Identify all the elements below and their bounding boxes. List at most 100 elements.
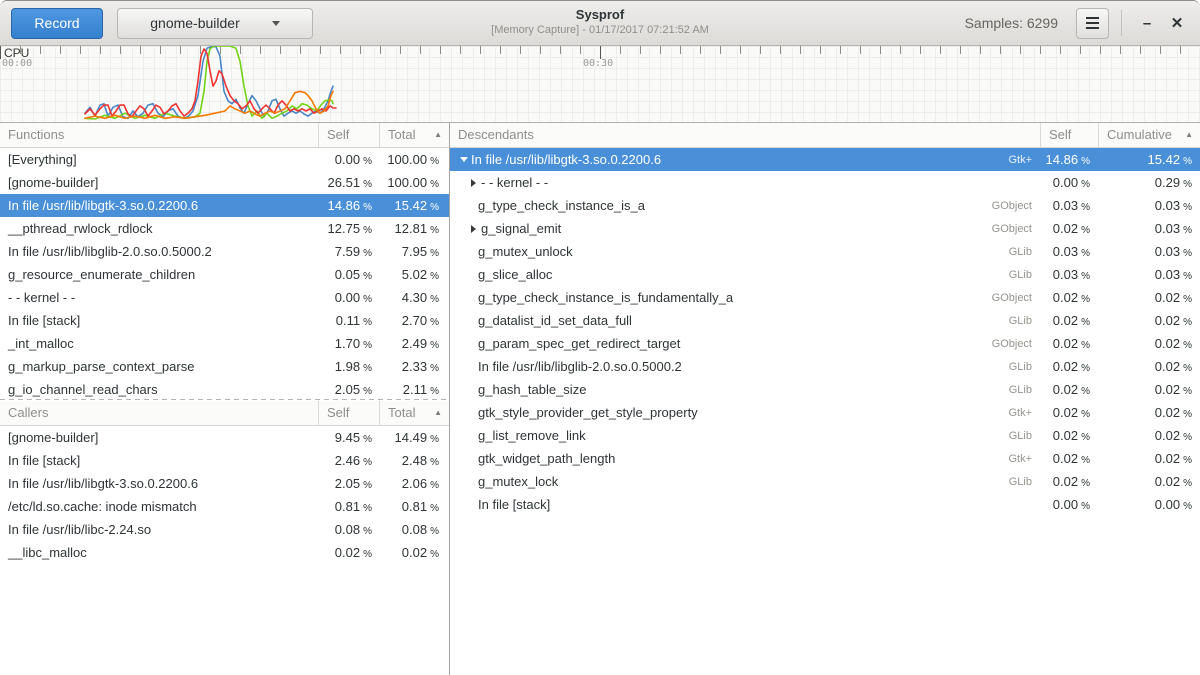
function-name: [Everything] bbox=[0, 152, 318, 167]
percent-value: 12.81% bbox=[379, 221, 449, 236]
descendant-name-cell: g_param_spec_get_redirect_targetGObject bbox=[450, 336, 1040, 351]
percent-value: 0.02% bbox=[1098, 405, 1200, 420]
tree-row[interactable]: g_param_spec_get_redirect_targetGObject0… bbox=[450, 332, 1200, 355]
table-row[interactable]: In file /usr/lib/libc-2.24.so0.08%0.08% bbox=[0, 518, 449, 541]
tree-row[interactable]: g_datalist_id_set_data_fullGLib0.02%0.02… bbox=[450, 309, 1200, 332]
tree-row[interactable]: In file /usr/lib/libgtk-3.so.0.2200.6Gtk… bbox=[450, 148, 1200, 171]
library-tag: GLib bbox=[1009, 361, 1032, 373]
header-right-controls: Samples: 6299 – ✕ bbox=[965, 8, 1192, 39]
function-name: In file /usr/lib/libgtk-3.so.0.2200.6 bbox=[0, 198, 318, 213]
function-name: g_hash_table_size bbox=[478, 382, 586, 397]
table-row[interactable]: _int_malloc1.70%2.49% bbox=[0, 332, 449, 355]
functions-column-header[interactable]: Functions bbox=[0, 123, 318, 147]
percent-value: 0.02% bbox=[1098, 474, 1200, 489]
function-name: In file [stack] bbox=[0, 453, 318, 468]
tree-row[interactable]: g_list_remove_linkGLib0.02%0.02% bbox=[450, 424, 1200, 447]
table-row[interactable]: __libc_malloc0.02%0.02% bbox=[0, 541, 449, 564]
function-name: - - kernel - - bbox=[481, 175, 548, 190]
tree-row[interactable]: g_mutex_lockGLib0.02%0.02% bbox=[450, 470, 1200, 493]
percent-value: 0.03% bbox=[1098, 221, 1200, 236]
percent-value: 0.81% bbox=[379, 499, 449, 514]
percent-value: 0.05% bbox=[318, 267, 379, 282]
table-row[interactable]: [Everything]0.00%100.00% bbox=[0, 148, 449, 171]
table-row[interactable]: [gnome-builder]9.45%14.49% bbox=[0, 426, 449, 449]
percent-value: 0.03% bbox=[1098, 244, 1200, 259]
expander-expanded-icon[interactable] bbox=[456, 157, 471, 162]
function-name: In file /usr/lib/libglib-2.0.so.0.5000.2 bbox=[478, 359, 682, 374]
tree-row[interactable]: In file /usr/lib/libglib-2.0.so.0.5000.2… bbox=[450, 355, 1200, 378]
tree-row[interactable]: g_slice_allocGLib0.03%0.03% bbox=[450, 263, 1200, 286]
percent-value: 0.11% bbox=[318, 313, 379, 328]
library-tag: GLib bbox=[1009, 430, 1032, 442]
table-row[interactable]: g_markup_parse_context_parse1.98%2.33% bbox=[0, 355, 449, 378]
record-button[interactable]: Record bbox=[11, 8, 103, 39]
descendant-name-cell: g_mutex_lockGLib bbox=[450, 474, 1040, 489]
percent-value: 0.02% bbox=[1040, 451, 1098, 466]
percent-value: 0.02% bbox=[1040, 290, 1098, 305]
percent-value: 0.03% bbox=[1040, 244, 1098, 259]
table-row[interactable]: In file [stack]0.11%2.70% bbox=[0, 309, 449, 332]
callers-table-header: Callers Self Total ▲ bbox=[0, 401, 449, 426]
table-row[interactable]: - - kernel - -0.00%4.30% bbox=[0, 286, 449, 309]
table-row[interactable]: [gnome-builder]26.51%100.00% bbox=[0, 171, 449, 194]
tree-row[interactable]: g_hash_table_sizeGLib0.02%0.02% bbox=[450, 378, 1200, 401]
descendants-self-column-header[interactable]: Self bbox=[1040, 123, 1098, 147]
descendants-cumulative-column-header[interactable]: Cumulative ▲ bbox=[1098, 123, 1200, 147]
descendant-name-cell: In file /usr/lib/libgtk-3.so.0.2200.6Gtk… bbox=[450, 152, 1040, 167]
tree-row[interactable]: g_type_check_instance_is_fundamentally_a… bbox=[450, 286, 1200, 309]
table-row[interactable]: /etc/ld.so.cache: inode mismatch0.81%0.8… bbox=[0, 495, 449, 518]
expander-collapsed-icon[interactable] bbox=[466, 225, 481, 233]
percent-value: 0.02% bbox=[1040, 313, 1098, 328]
percent-value: 2.48% bbox=[379, 453, 449, 468]
percent-value: 2.06% bbox=[379, 476, 449, 491]
table-row[interactable]: In file /usr/lib/libgtk-3.so.0.2200.614.… bbox=[0, 194, 449, 217]
samples-count: Samples: 6299 bbox=[965, 15, 1058, 31]
percent-value: 0.08% bbox=[379, 522, 449, 537]
tree-row[interactable]: g_mutex_unlockGLib0.03%0.03% bbox=[450, 240, 1200, 263]
table-row[interactable]: In file /usr/lib/libgtk-3.so.0.2200.62.0… bbox=[0, 472, 449, 495]
function-name: In file [stack] bbox=[0, 313, 318, 328]
function-name: [gnome-builder] bbox=[0, 430, 318, 445]
percent-value: 0.00% bbox=[318, 290, 379, 305]
left-pane: Functions Self Total ▲ [Everything]0.00%… bbox=[0, 123, 449, 675]
callers-self-column-header[interactable]: Self bbox=[318, 401, 379, 425]
tree-row[interactable]: g_signal_emitGObject0.02%0.03% bbox=[450, 217, 1200, 240]
callers-total-column-header[interactable]: Total ▲ bbox=[379, 401, 449, 425]
expander-collapsed-icon[interactable] bbox=[466, 179, 481, 187]
table-row[interactable]: g_io_channel_read_chars2.05%2.11% bbox=[0, 378, 449, 398]
close-button[interactable]: ✕ bbox=[1162, 8, 1192, 38]
percent-value: 0.03% bbox=[1040, 267, 1098, 282]
functions-total-column-header[interactable]: Total ▲ bbox=[379, 123, 449, 147]
percent-value: 1.70% bbox=[318, 336, 379, 351]
minimize-button[interactable]: – bbox=[1132, 8, 1162, 38]
table-row[interactable]: In file /usr/lib/libglib-2.0.so.0.5000.2… bbox=[0, 240, 449, 263]
tree-row[interactable]: g_type_check_instance_is_aGObject0.03%0.… bbox=[450, 194, 1200, 217]
cpu-timeline-chart[interactable]: CPU 00:00 00:30 bbox=[0, 46, 1200, 123]
tree-row[interactable]: - - kernel - -0.00%0.29% bbox=[450, 171, 1200, 194]
menu-button[interactable] bbox=[1076, 8, 1109, 39]
descendant-name-cell: gtk_widget_path_lengthGtk+ bbox=[450, 451, 1040, 466]
callers-column-header[interactable]: Callers bbox=[0, 401, 318, 425]
functions-self-column-header[interactable]: Self bbox=[318, 123, 379, 147]
percent-value: 0.03% bbox=[1098, 267, 1200, 282]
percent-value: 0.03% bbox=[1098, 198, 1200, 213]
percent-value: 2.11% bbox=[379, 382, 449, 397]
table-row[interactable]: g_resource_enumerate_children0.05%5.02% bbox=[0, 263, 449, 286]
process-selector-dropdown[interactable]: gnome-builder bbox=[117, 8, 313, 39]
function-name: __libc_malloc bbox=[0, 545, 318, 560]
descendants-column-header[interactable]: Descendants bbox=[450, 123, 1040, 147]
percent-value: 0.02% bbox=[1040, 428, 1098, 443]
table-row[interactable]: __pthread_rwlock_rdlock12.75%12.81% bbox=[0, 217, 449, 240]
percent-value: 2.33% bbox=[379, 359, 449, 374]
tree-row[interactable]: gtk_widget_path_lengthGtk+0.02%0.02% bbox=[450, 447, 1200, 470]
table-row[interactable]: In file [stack]2.46%2.48% bbox=[0, 449, 449, 472]
tree-row[interactable]: In file [stack]0.00%0.00% bbox=[450, 493, 1200, 516]
descendant-name-cell: - - kernel - - bbox=[450, 175, 1040, 190]
percent-value: 14.49% bbox=[379, 430, 449, 445]
divider bbox=[1121, 10, 1122, 36]
library-tag: GLib bbox=[1009, 269, 1032, 281]
function-name: g_datalist_id_set_data_full bbox=[478, 313, 632, 328]
tree-row[interactable]: gtk_style_provider_get_style_propertyGtk… bbox=[450, 401, 1200, 424]
function-name: In file /usr/lib/libgtk-3.so.0.2200.6 bbox=[471, 152, 661, 167]
percent-value: 14.86% bbox=[318, 198, 379, 213]
